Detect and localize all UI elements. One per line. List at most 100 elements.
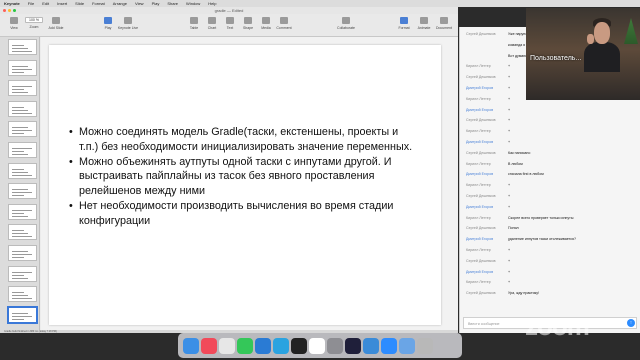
chat-message: Сергей Дешевков Как написано: [466, 151, 530, 155]
slide-thumbnail[interactable]: [8, 80, 37, 97]
slide-thumbnail[interactable]: [8, 245, 37, 261]
toolbar-button-label: Format: [398, 26, 410, 30]
slide-thumbnail[interactable]: [8, 142, 37, 158]
finder-icon[interactable]: [183, 337, 199, 354]
chat-sender: Сергей Дешевков: [466, 194, 496, 198]
chat-sender: Дмитрий Егоров: [466, 237, 494, 242]
chat-sender: Сергей Дешевков: [466, 75, 496, 80]
menu-item[interactable]: Format: [92, 1, 105, 6]
close-button[interactable]: [3, 9, 6, 12]
chat-text: удаление инпутов таски отслеживается?: [508, 237, 576, 242]
bullet-item: Нет необходимости производить вычисления…: [69, 199, 414, 229]
chat-message: Дмитрий Егоров удаление инпутов таски отс…: [466, 237, 576, 241]
chat-sender: Кирилл Леттер: [466, 215, 491, 220]
menu-item[interactable]: Edit: [42, 1, 49, 6]
slide-thumbnail[interactable]: [8, 59, 37, 76]
toolbar-button-label: Comment: [276, 26, 292, 30]
menu-item[interactable]: Keynote: [4, 1, 20, 6]
telegram-icon[interactable]: [273, 337, 289, 354]
collaborate-icon: [342, 17, 350, 24]
keynote-toolbar: View 100 % Zoom Add Slide Play Keynote Live Ta…: [0, 14, 458, 37]
chat-message: Кирилл Леттер +: [466, 183, 510, 187]
slide-thumbnail[interactable]: [8, 162, 37, 179]
terminal-icon[interactable]: [291, 337, 307, 354]
intellij-icon[interactable]: [345, 337, 361, 354]
toolbar-button[interactable]: Keynote Live: [116, 17, 140, 30]
vscode-icon[interactable]: [255, 337, 271, 354]
toolbar-button[interactable]: Document: [432, 17, 456, 30]
chrome-icon[interactable]: [219, 337, 235, 354]
chat-text: В любом: [508, 161, 523, 166]
chat-text: сначала first в любом: [508, 172, 544, 177]
slide-thumbnail[interactable]: [8, 203, 37, 220]
chat-text: +: [508, 183, 511, 188]
toolbar-button-label: Play: [104, 26, 112, 30]
chat-text: +: [508, 280, 511, 285]
chat-text: +: [508, 269, 511, 274]
slide-thumbnail[interactable]: [8, 183, 37, 200]
chat-sender: Дмитрий Егоров: [466, 140, 494, 144]
chat-sender: Сергей Дешевков: [466, 226, 496, 231]
slide-thumbnail[interactable]: [8, 224, 37, 241]
chart-icon: [208, 17, 216, 24]
slide-thumbnail[interactable]: [7, 305, 38, 324]
toolbar-button[interactable]: Comment: [272, 17, 296, 30]
trash-icon[interactable]: [417, 337, 433, 354]
toolbar-button-label: Shape: [242, 26, 254, 30]
menu-item[interactable]: Play: [152, 1, 160, 6]
toolbar-button-label: Text: [226, 26, 234, 30]
facetime-icon[interactable]: [237, 337, 253, 354]
keynote-icon[interactable]: [363, 337, 379, 354]
slack-icon[interactable]: [309, 337, 325, 354]
video-caption: Пользователь...: [530, 55, 582, 62]
minimize-button[interactable]: [8, 9, 11, 12]
participant-video[interactable]: Пользователь...: [526, 8, 640, 100]
toolbar-button[interactable]: 100 % Zoom: [22, 17, 46, 29]
menu-item[interactable]: File: [28, 1, 34, 6]
toolbar-button-label: View: [10, 26, 18, 30]
chat-sender: Кирилл Леттер: [466, 183, 491, 188]
menu-item[interactable]: Window: [186, 1, 200, 6]
settings-icon[interactable]: [327, 337, 343, 354]
finder-folder-icon[interactable]: [399, 337, 415, 354]
slide-thumbnail[interactable]: [8, 100, 37, 117]
menu-item[interactable]: Insert: [57, 1, 67, 6]
chat-sender: Дмитрий Егоров: [466, 204, 494, 209]
menu-item[interactable]: Share: [167, 1, 178, 6]
zoom-icon: 100 %: [25, 17, 43, 23]
music-icon[interactable]: [201, 337, 217, 354]
slide-thumbnail[interactable]: [8, 121, 37, 138]
chat-message: Сергей Дешевков Понял: [466, 226, 519, 230]
toolbar-button[interactable]: Collaborate: [334, 17, 358, 30]
zoom-watermark: zoom: [525, 311, 590, 341]
chat-message: Дмитрий Егоров +: [466, 108, 510, 112]
chat-sender: Кирилл Леттер: [466, 64, 491, 69]
chat-text: +: [508, 258, 511, 263]
toolbar-button-label: Document: [436, 26, 452, 30]
maximize-button[interactable]: [13, 9, 16, 12]
mac-menubar: Keynote File Edit Insert Slide Format Arrange V…: [0, 0, 640, 7]
menu-item[interactable]: View: [135, 1, 144, 6]
bullet-item: Можно соединять модель Gradle(таски, екс…: [69, 125, 414, 155]
format-icon: [400, 17, 408, 24]
chat-message: Кирилл Леттер +: [466, 97, 510, 101]
toolbar-button[interactable]: Add Slide: [44, 17, 68, 30]
slide-navigator[interactable]: [0, 37, 40, 330]
menu-item[interactable]: Arrange: [113, 1, 127, 6]
slide-thumbnail[interactable]: [8, 39, 37, 55]
chat-message: Кирилл Леттер +: [466, 129, 510, 133]
slide-thumbnail[interactable]: [8, 286, 37, 303]
current-slide[interactable]: Можно соединять модель Gradle(таски, екс…: [49, 45, 441, 325]
chat-sender: Кирилл Леттер: [466, 96, 491, 101]
send-icon[interactable]: ↑: [627, 319, 635, 327]
chat-text: Как написано: [508, 150, 531, 155]
zoom-app-icon[interactable]: [381, 337, 397, 354]
slide-thumbnail[interactable]: [8, 265, 37, 282]
chat-text: +: [508, 129, 511, 134]
menu-item[interactable]: Slide: [75, 1, 84, 6]
participant-hand: [587, 34, 594, 44]
chat-sender: [466, 54, 504, 58]
chat-message: Дмитрий Егоров +: [466, 270, 510, 274]
toolbar-button-label: Zoom: [29, 25, 39, 29]
menu-item[interactable]: Help: [208, 1, 216, 6]
